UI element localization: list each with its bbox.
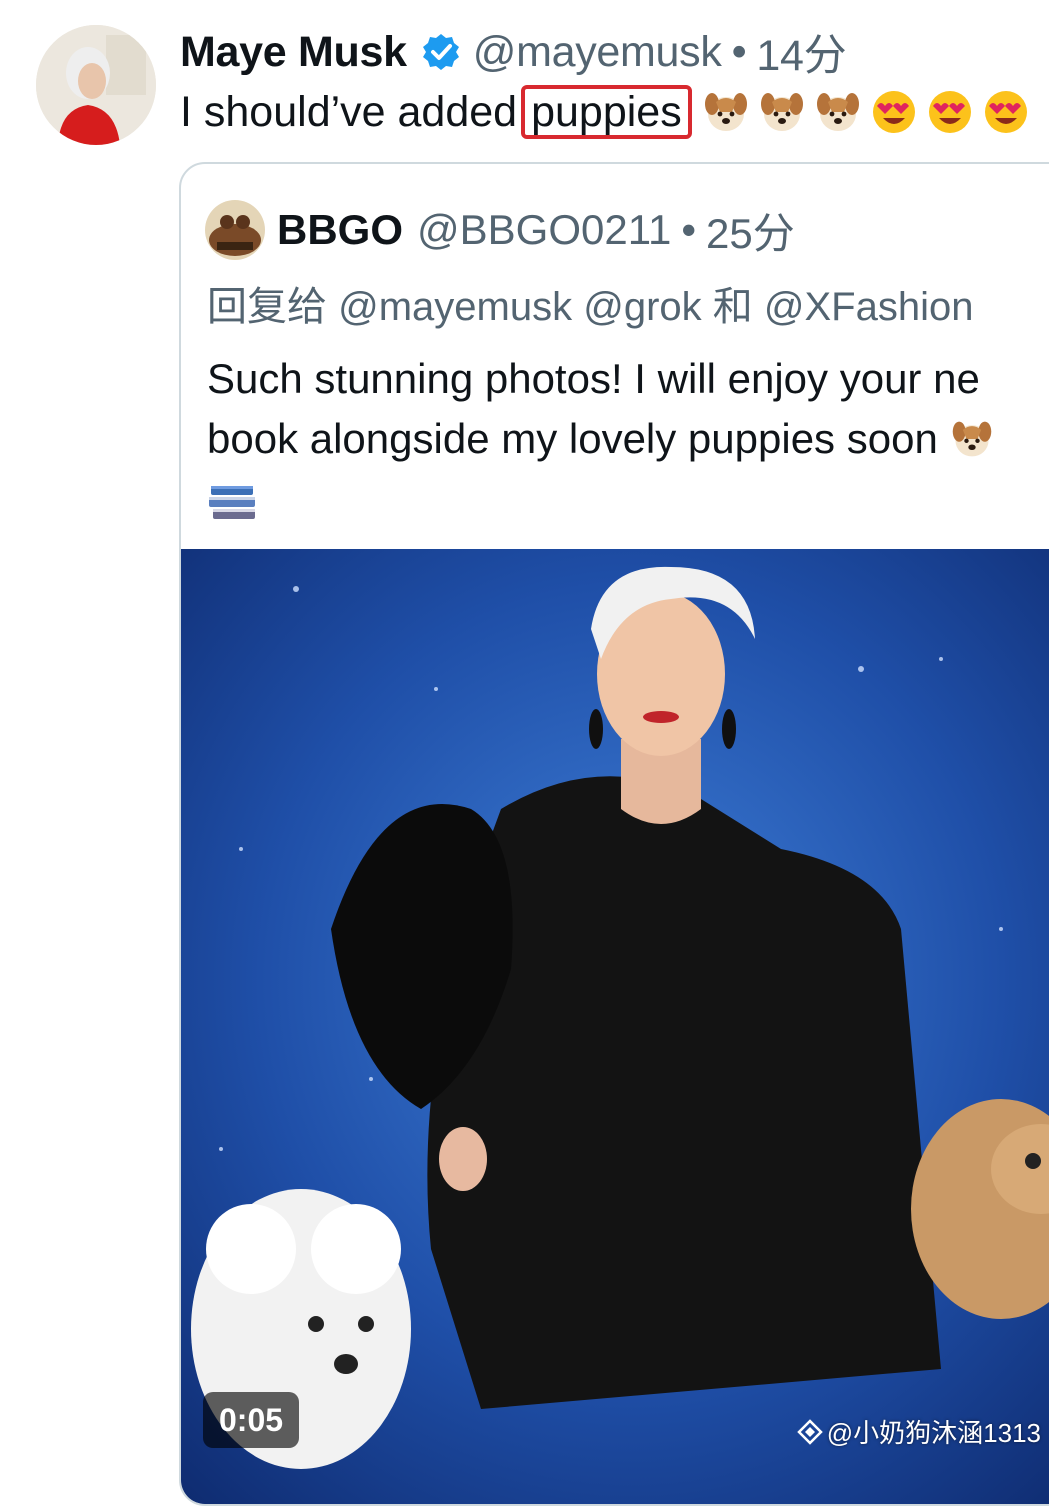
avatar-photo bbox=[36, 25, 156, 145]
heart-eyes-emoji-icon bbox=[984, 91, 1027, 133]
books-icon bbox=[209, 486, 255, 519]
heart-eyes-emoji-icon bbox=[928, 91, 971, 133]
quoted-tweet-card[interactable]: BBGO @BBGO0211 • 25分 回复给 @mayemusk @grok… bbox=[179, 162, 1049, 1506]
video-thumbnail[interactable]: 0:05 bbox=[181, 549, 1049, 1504]
quoted-text-line-1: Such stunning photos! I will enjoy your … bbox=[207, 355, 980, 402]
quoted-handle[interactable]: @BBGO0211 bbox=[417, 206, 671, 254]
emoji-row bbox=[702, 88, 1038, 136]
tweet-text-before: I should’ve added bbox=[180, 87, 518, 136]
quoted-display-name[interactable]: BBGO bbox=[277, 206, 403, 254]
watermark: @小奶狗沐涵1313 bbox=[796, 1413, 1041, 1450]
quoted-text-line-2-text: book alongside my lovely puppies soon bbox=[207, 415, 938, 462]
quoted-separator-dot: • bbox=[681, 206, 697, 253]
tweet-text: I should’ve added puppies bbox=[180, 84, 1038, 140]
dog-face-emoji-icon bbox=[704, 93, 747, 131]
reply-to-line: 回复给 @mayemusk @grok 和 @XFashion bbox=[207, 274, 973, 332]
display-name[interactable]: Maye Musk bbox=[180, 28, 407, 77]
reply-prefix: 回复给 bbox=[207, 285, 327, 329]
video-image bbox=[181, 549, 1049, 1504]
quoted-avatar[interactable] bbox=[205, 200, 265, 260]
avatar[interactable] bbox=[36, 25, 156, 145]
dog-face-emoji-icon bbox=[952, 421, 992, 457]
watermark-text: @小奶狗沐涵1313 bbox=[826, 1418, 1041, 1448]
quoted-tweet-text: Such stunning photos! I will enjoy your … bbox=[207, 349, 1049, 469]
reply-mentions[interactable]: @mayemusk @grok 和 @XFashion bbox=[338, 285, 973, 329]
quoted-header: BBGO @BBGO0211 • 25分 bbox=[277, 204, 795, 257]
quoted-avatar-image bbox=[205, 200, 265, 260]
quoted-timestamp[interactable]: 25分 bbox=[706, 200, 795, 261]
dog-face-emoji-icon bbox=[760, 93, 803, 131]
quoted-text-line-2: book alongside my lovely puppies soon bbox=[207, 409, 1049, 469]
heart-eyes-emoji-icon bbox=[872, 91, 915, 133]
video-duration-badge: 0:05 bbox=[203, 1392, 300, 1448]
separator-dot: • bbox=[731, 27, 747, 76]
handle[interactable]: @mayemusk bbox=[473, 28, 722, 77]
dog-face-emoji-icon bbox=[816, 93, 859, 131]
timestamp[interactable]: 14分 bbox=[756, 21, 846, 83]
tweet-header: Maye Musk @mayemusk • 14分 bbox=[180, 21, 847, 83]
highlighted-word: puppies bbox=[521, 85, 692, 139]
verified-badge-icon bbox=[422, 34, 459, 70]
watermark-logo-icon bbox=[796, 1418, 823, 1445]
